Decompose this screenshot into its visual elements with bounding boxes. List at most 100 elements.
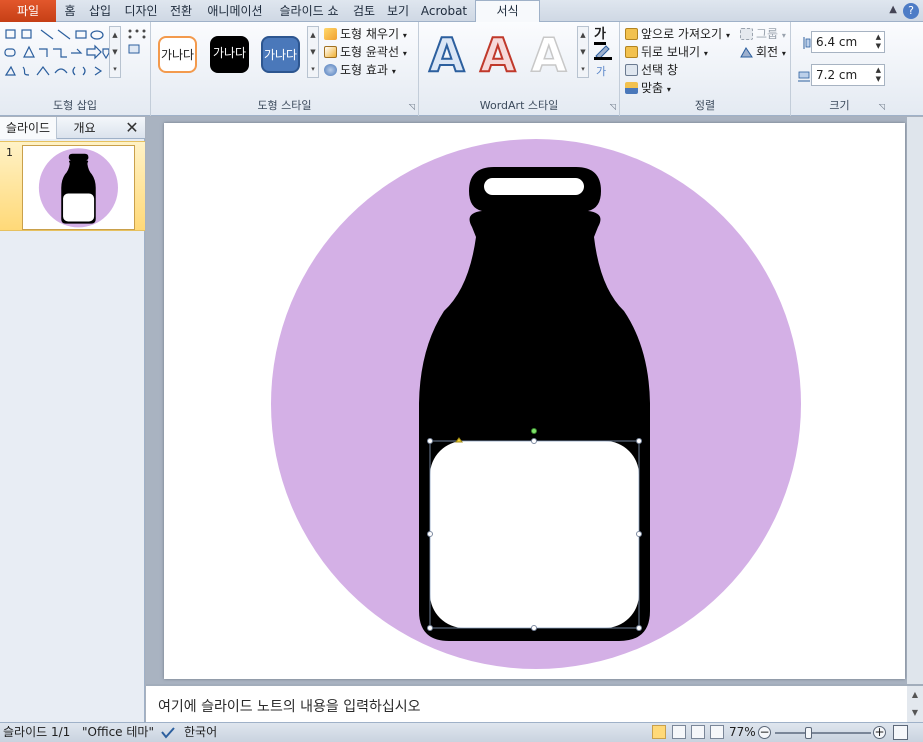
align-label: 맞춤 <box>641 81 664 95</box>
bring-forward-button[interactable]: 앞으로 가져오기 ▾ <box>625 25 730 42</box>
group-label: 그룹 <box>756 27 779 41</box>
shape-height-icon <box>803 37 811 49</box>
wordart-launcher-icon[interactable]: ◹ <box>610 102 616 111</box>
slide-vertical-scrollbar[interactable] <box>907 117 923 684</box>
group-button[interactable]: 그룹 ▾ <box>740 25 786 42</box>
tab-file[interactable]: 파일 <box>0 0 56 22</box>
minimize-ribbon-icon[interactable]: ▲ <box>889 4 897 15</box>
shape-width-icon <box>798 71 810 82</box>
zoom-level[interactable]: 77% <box>729 723 756 742</box>
language[interactable]: 한국어 <box>184 723 217 742</box>
selection-pane-icon <box>625 64 638 76</box>
pen-icon <box>324 46 337 58</box>
align-button[interactable]: 맞춤 ▾ <box>625 79 671 96</box>
help-icon[interactable]: ? <box>903 3 919 19</box>
rotate-button[interactable]: 회전 ▾ <box>740 43 786 60</box>
ribbon-tab-bar: 파일 홈 삽입 디자인 전환 애니메이션 슬라이드 쇼 검토 보기 Acroba… <box>0 0 923 23</box>
shape-style-black-fill[interactable]: 가나다 <box>210 36 249 73</box>
text-outline-icon[interactable] <box>594 44 612 60</box>
tab-view[interactable]: 보기 <box>384 0 412 22</box>
group-label-wordart: WordArt 스타일 <box>479 99 559 112</box>
shape-height-value: 6.4 cm <box>816 35 858 49</box>
reading-view-icon[interactable] <box>691 725 705 739</box>
align-icon <box>625 82 638 94</box>
shapes-gallery[interactable] <box>3 27 111 83</box>
slide-thumbnail-preview <box>38 148 118 228</box>
shape-style-orange-outline[interactable]: 가나다 <box>158 36 197 73</box>
zoom-out-icon[interactable]: − <box>758 726 771 739</box>
group-label-shape-styles: 도형 스타일 <box>257 99 312 112</box>
theme-name: "Office 테마" <box>82 725 154 739</box>
close-icon[interactable]: ✕ <box>122 117 142 139</box>
wordart-style-plain[interactable]: A <box>530 29 567 81</box>
slide-sorter-view-icon[interactable] <box>672 725 686 739</box>
panel-tab-bar: 슬라이드 개요 ✕ <box>0 117 145 139</box>
zoom-slider-track[interactable] <box>775 732 871 734</box>
width-spin-icon[interactable]: ▲ ▼ <box>876 66 881 84</box>
tab-animations[interactable]: 애니메이션 <box>203 0 267 22</box>
normal-view-icon[interactable] <box>652 725 666 739</box>
selection-pane-button[interactable]: 선택 창 <box>625 61 678 78</box>
shape-fill-label: 도형 채우기 <box>340 27 400 41</box>
group-shape-styles: 가나다 가나다 가나다 ▲ ▼ ▾ 도형 채우기 ▾ 도형 윤곽선 ▾ 도형 효과 … <box>151 22 419 116</box>
slide-canvas[interactable] <box>164 123 905 679</box>
shape-styles-launcher-icon[interactable]: ◹ <box>409 102 415 111</box>
selection-pane-label: 선택 창 <box>641 63 678 77</box>
group-label-arrange: 정렬 <box>694 99 716 112</box>
shapes-scroll-button[interactable]: ▲ ▼ ▾ <box>109 26 121 78</box>
wordart-style-red[interactable]: A <box>479 29 517 81</box>
slideshow-view-icon[interactable] <box>710 725 724 739</box>
slide-editing-area <box>146 117 923 684</box>
shape-outline-button[interactable]: 도형 윤곽선 ▾ <box>324 43 407 60</box>
shape-effects-icon <box>324 64 337 76</box>
shape-fill-button[interactable]: 도형 채우기 ▾ <box>324 25 407 42</box>
wordart-style-blue[interactable]: A <box>428 29 466 81</box>
tab-home[interactable]: 홈 <box>60 0 80 22</box>
group-arrange: 앞으로 가져오기 ▾ 뒤로 보내기 ▾ 선택 창 맞춤 ▾ 그룹 ▾ 회전 ▾ … <box>620 22 791 116</box>
wordart-scroll-button[interactable]: ▲ ▼ ▾ <box>577 26 589 78</box>
zoom-slider-thumb[interactable] <box>805 727 812 739</box>
bring-forward-label: 앞으로 가져오기 <box>641 27 723 41</box>
send-backward-button[interactable]: 뒤로 보내기 ▾ <box>625 43 708 60</box>
shape-style-blue-fill[interactable]: 가나다 <box>261 36 300 73</box>
tab-transitions[interactable]: 전환 <box>166 0 196 22</box>
ribbon: ▲ ▼ ▾ 도형 삽입 가나다 가나다 가나다 ▲ ▼ ▾ 도형 채우기 ▾ 도형 윤곽… <box>0 22 923 116</box>
shape-effects-button[interactable]: 도형 효과 ▾ <box>324 61 396 78</box>
tab-format[interactable]: 서식 <box>475 0 540 23</box>
shape-width-input[interactable]: 7.2 cm ▲ ▼ <box>811 64 885 86</box>
slide-thumbnail[interactable] <box>22 145 135 230</box>
tab-review[interactable]: 검토 <box>350 0 378 22</box>
tab-slideshow[interactable]: 슬라이드 쇼 <box>273 0 345 22</box>
notes-pane[interactable]: 여기에 슬라이드 노트의 내용을 입력하십시오 ▲ ▼ <box>146 684 923 722</box>
bring-forward-icon <box>625 28 638 40</box>
zoom-in-icon[interactable]: + <box>873 726 886 739</box>
size-launcher-icon[interactable]: ◹ <box>879 102 885 111</box>
notes-scrollbar[interactable]: ▲ ▼ <box>907 686 923 722</box>
shape-styles-scroll-button[interactable]: ▲ ▼ ▾ <box>307 26 319 78</box>
status-bar: 슬라이드 1/1 "Office 테마" 한국어 77% − + <box>0 722 923 742</box>
group-size: 6.4 cm ▲ ▼ 7.2 cm ▲ ▼ 크기 ◹ <box>791 22 888 116</box>
group-label-size: 크기 <box>829 99 850 112</box>
tab-insert[interactable]: 삽입 <box>85 0 115 22</box>
tab-slides[interactable]: 슬라이드 <box>0 117 57 139</box>
slide-artwork <box>271 139 801 669</box>
height-spin-icon[interactable]: ▲ ▼ <box>876 33 881 51</box>
rotate-label: 회전 <box>756 45 779 59</box>
notes-placeholder[interactable]: 여기에 슬라이드 노트의 내용을 입력하십시오 <box>158 696 421 716</box>
shape-width-value: 7.2 cm <box>816 68 858 82</box>
fit-slide-icon[interactable] <box>893 725 908 740</box>
paint-bucket-icon <box>324 28 337 40</box>
tab-outline[interactable]: 개요 <box>57 117 112 139</box>
group-insert-shapes: ▲ ▼ ▾ 도형 삽입 <box>0 22 151 116</box>
slide-thumbnail-row[interactable]: 1 <box>0 141 145 231</box>
tab-design[interactable]: 디자인 <box>121 0 161 22</box>
rotate-icon <box>740 47 753 58</box>
edit-shape-icon[interactable] <box>126 27 148 57</box>
bottle-label-shape[interactable] <box>430 441 639 628</box>
shape-height-input[interactable]: 6.4 cm ▲ ▼ <box>811 31 885 53</box>
text-effects-icon[interactable]: 가 <box>594 64 612 78</box>
send-backward-icon <box>625 46 638 58</box>
spellcheck-icon[interactable] <box>160 726 176 739</box>
tab-acrobat[interactable]: Acrobat <box>418 0 470 22</box>
text-fill-button[interactable]: 가 <box>594 23 606 45</box>
